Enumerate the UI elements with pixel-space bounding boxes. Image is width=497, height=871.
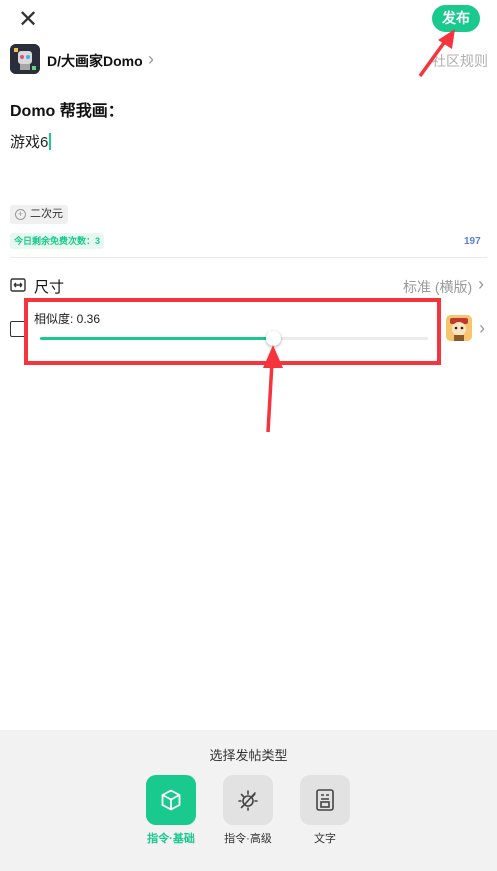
post-type-advanced-label[interactable]: 指令·高级 [208,830,288,846]
annotation-arrow-slider [266,361,274,433]
annotation-arrow-publish [418,38,448,78]
text-document-icon [316,789,334,811]
cube-icon [161,789,181,811]
sun-wand-icon [238,790,258,811]
post-type-text-button[interactable] [300,775,350,825]
annotation-arrowhead-slider [263,345,283,368]
post-type-basic-button[interactable] [146,775,196,825]
post-type-basic-label[interactable]: 指令·基础 [131,830,211,846]
post-type-title: 选择发帖类型 [209,748,288,763]
post-type-advanced-button[interactable] [223,775,273,825]
post-type-text-label[interactable]: 文字 [285,830,365,846]
